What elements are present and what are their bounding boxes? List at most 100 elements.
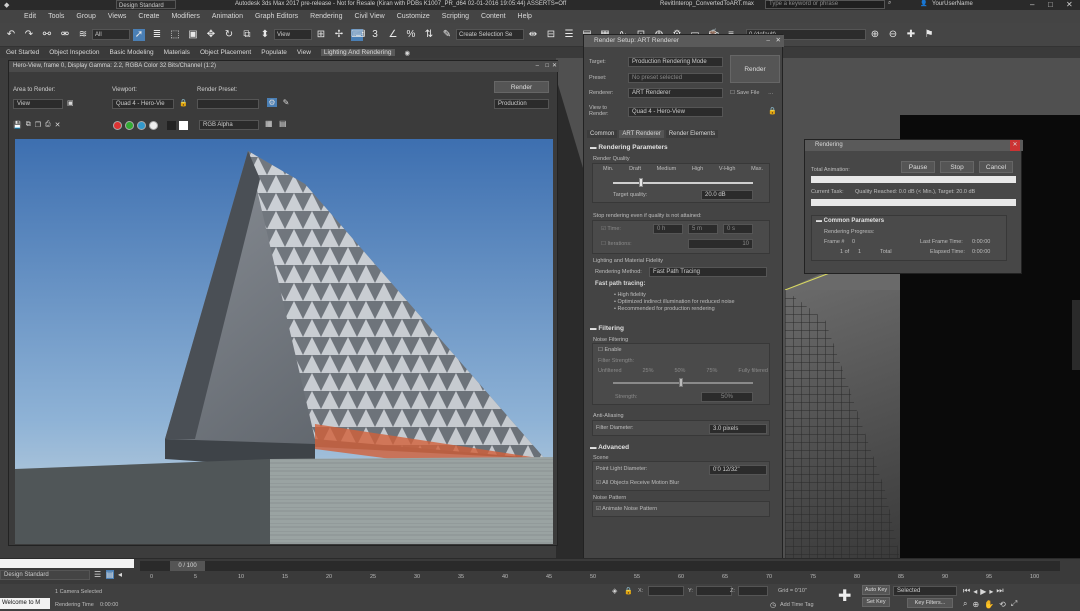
clone-window-icon[interactable]: ❐ [35, 121, 41, 129]
select-by-name-icon[interactable]: ≣ [151, 29, 163, 41]
layer-add-icon[interactable]: ⊕ [869, 29, 881, 41]
time-hours-input[interactable]: 0 h [653, 224, 683, 234]
time-tag-icon[interactable]: ◷ [770, 601, 776, 609]
menu-graph-editors[interactable]: Graph Editors [255, 13, 298, 20]
red-channel-icon[interactable] [113, 120, 122, 130]
time-seconds-input[interactable]: 0 s [723, 224, 753, 234]
previous-frame-icon[interactable]: ◂ [973, 587, 977, 596]
target-combo[interactable]: Production Rendering Mode [628, 57, 723, 67]
animate-noise-checkbox[interactable]: ☑ Animate Noise Pattern [596, 506, 657, 512]
menu-help[interactable]: Help [518, 13, 532, 20]
rs-close-icon[interactable]: ✕ [776, 35, 781, 47]
save-image-icon[interactable]: 💾 [13, 121, 22, 129]
tab-materials[interactable]: Materials [164, 49, 190, 56]
go-to-end-icon[interactable]: ⏭ [996, 586, 1003, 596]
tab-basic-modeling[interactable]: Basic Modeling [109, 49, 153, 56]
fb-maximize-icon[interactable]: □ [545, 61, 549, 72]
selection-lock-icon[interactable]: 🔒 [624, 587, 633, 595]
reference-coordinate-combo[interactable]: View [274, 29, 312, 40]
add-time-tag[interactable]: Add Time Tag [780, 602, 814, 608]
x-coord-input[interactable] [648, 586, 684, 596]
y-coord-input[interactable] [696, 586, 732, 596]
rect-selection-icon[interactable]: ⬚ [169, 29, 181, 41]
tab-art-renderer[interactable]: ART Renderer [619, 129, 664, 138]
placement-icon[interactable]: ⬍ [259, 29, 271, 41]
spinner-snap-icon[interactable]: ⇅ [423, 29, 435, 41]
motion-blur-checkbox[interactable]: ☑ All Objects Receive Motion Blur [596, 480, 679, 486]
minimize-icon[interactable]: – [1030, 0, 1034, 9]
pivot-center-icon[interactable]: ⊞ [315, 29, 327, 41]
zoom-all-icon[interactable]: ⊕ [972, 600, 979, 609]
user-icon[interactable]: 👤 [920, 0, 927, 7]
mono-icon[interactable] [167, 120, 176, 130]
menu-create[interactable]: Create [138, 13, 159, 20]
mini-listener[interactable]: Welcome to M [0, 598, 50, 609]
undo-icon[interactable]: ↶ [5, 29, 17, 41]
cancel-button[interactable]: Cancel [979, 161, 1013, 173]
isolate-selection-icon[interactable]: ◈ [612, 587, 617, 595]
app-logo-icon[interactable]: ◆ [4, 1, 9, 9]
menu-edit[interactable]: Edit [24, 13, 36, 20]
layer-set-current-icon[interactable]: ✚ [905, 29, 917, 41]
stop-button[interactable]: Stop [940, 161, 974, 173]
preset-combo[interactable]: No preset selected [628, 73, 723, 83]
selection-filter[interactable]: All [92, 29, 130, 40]
workspace-combo-bottom[interactable]: Design Standard [0, 570, 90, 580]
edit-region-icon[interactable]: ▣ [67, 99, 74, 107]
iterations-input[interactable]: 10 [688, 239, 753, 249]
timeline-ticks[interactable]: 0 5 10 15 20 25 30 35 40 45 50 55 60 65 70 75 80 85 90 95 10… [150, 559, 1050, 585]
tab-common[interactable]: Common [587, 129, 618, 138]
mirror-icon[interactable]: ⇹ [527, 29, 539, 41]
select-move-icon[interactable]: ✥ [205, 29, 217, 41]
menu-civil-view[interactable]: Civil View [354, 13, 384, 20]
user-name[interactable]: YourUserName [932, 1, 973, 7]
copy-image-icon[interactable]: ⧉ [26, 121, 31, 129]
viewport-combo[interactable]: Quad 4 - Hero-Vie [112, 99, 174, 109]
renderer-combo[interactable]: ART Renderer [628, 88, 723, 98]
maximize-viewport-icon[interactable]: ⤢ [1011, 599, 1017, 609]
tab-object-inspection[interactable]: Object Inspection [49, 49, 99, 56]
strength-slider-track[interactable] [613, 382, 753, 384]
select-manipulate-icon[interactable]: ✢ [333, 29, 345, 41]
quality-slider-thumb[interactable] [639, 178, 643, 187]
layer-properties-icon[interactable]: ⚑ [923, 29, 935, 41]
tab-populate[interactable]: Populate [261, 49, 287, 56]
rs-render-button[interactable]: Render [730, 55, 780, 83]
next-frame-icon[interactable]: ▸ [989, 587, 993, 596]
percent-snap-icon[interactable]: % [405, 29, 417, 41]
menu-views[interactable]: Views [108, 13, 127, 20]
angle-snap-icon[interactable]: ∠ [387, 29, 399, 41]
advanced-rollout[interactable]: ▬ Advanced [590, 444, 629, 451]
menu-rendering[interactable]: Rendering [310, 13, 342, 20]
iterations-checkbox[interactable]: ☐ Iterations: [601, 241, 632, 247]
close-icon[interactable]: ✕ [1066, 0, 1073, 9]
tab-lighting-and-rendering[interactable]: Lighting And Rendering [320, 49, 395, 56]
search-icon[interactable]: ⌕ [888, 0, 891, 7]
filter-diameter-input[interactable]: 3.0 pixels [709, 424, 767, 434]
menu-customize[interactable]: Customize [397, 13, 430, 20]
maxscript-listener[interactable] [0, 559, 134, 568]
menu-animation[interactable]: Animation [212, 13, 243, 20]
common-parameters-rollout[interactable]: ▬ Common Parameters [816, 218, 884, 224]
environment-icon[interactable]: ✎ [281, 98, 291, 107]
swatch-icon[interactable] [179, 120, 188, 130]
zoom-icon[interactable]: ⌕ [963, 599, 967, 609]
key-filters-button[interactable]: Key Filters... [907, 598, 953, 608]
view-to-render-combo[interactable]: Quad 4 - Hero-View [628, 107, 723, 117]
select-rotate-icon[interactable]: ↻ [223, 29, 235, 41]
snap-3d-icon[interactable]: 3 [369, 29, 381, 41]
workspace-selector[interactable]: Design Standard [116, 0, 176, 9]
lock-icon[interactable]: 🔒 [179, 99, 188, 107]
strength-slider-thumb[interactable] [679, 378, 683, 387]
filtering-rollout[interactable]: ▬ Filtering [590, 325, 624, 332]
render-setup-icon[interactable]: ⚙ [267, 98, 277, 107]
time-slider-left-icon[interactable]: ◂ [118, 570, 122, 579]
target-quality-input[interactable]: 20.0 dB [701, 190, 753, 200]
rendering-parameters-rollout[interactable]: ▬ Rendering Parameters [590, 144, 668, 151]
menu-content[interactable]: Content [481, 13, 506, 20]
toggle-overlay-icon[interactable]: ▤ [279, 119, 287, 128]
view-lock-icon[interactable]: 🔒 [768, 107, 777, 115]
fb-minimize-icon[interactable]: – [536, 61, 539, 72]
rendering-method-combo[interactable]: Fast Path Tracing [649, 267, 767, 277]
save-file-checkbox[interactable]: ☐ Save File [730, 90, 759, 96]
